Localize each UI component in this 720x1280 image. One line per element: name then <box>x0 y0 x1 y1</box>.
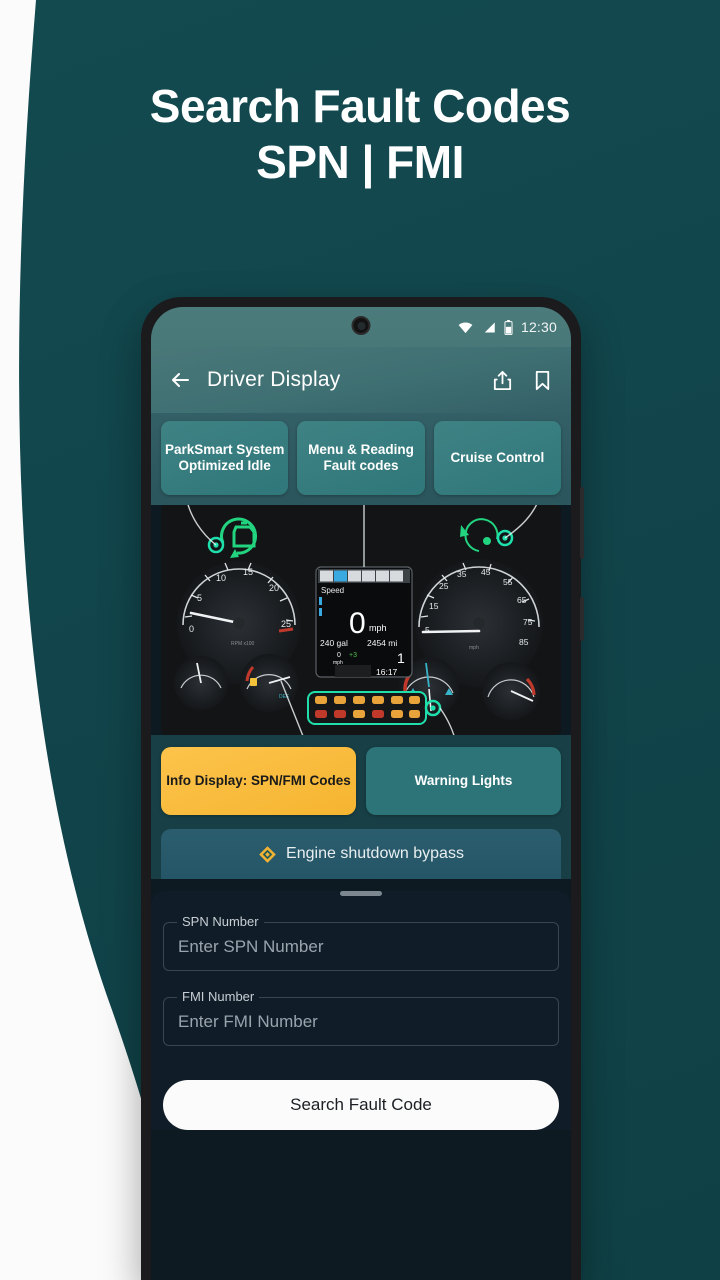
chip-menu-fault-codes[interactable]: Menu & Reading Fault codes <box>297 421 425 495</box>
svg-text:0: 0 <box>337 652 341 659</box>
share-icon[interactable] <box>489 367 515 393</box>
chip-cruise-control[interactable]: Cruise Control <box>433 421 561 495</box>
svg-text:2454 mi: 2454 mi <box>367 638 397 648</box>
svg-text:55: 55 <box>503 577 513 587</box>
svg-text:85: 85 <box>519 637 529 647</box>
svg-text:15: 15 <box>429 601 439 611</box>
phone-mockup: 12:30 Driver Display ParkSmart System Op… <box>141 297 584 1280</box>
power-button[interactable] <box>580 597 584 641</box>
status-clock: 12:30 <box>520 319 557 335</box>
svg-text:65: 65 <box>517 595 527 605</box>
bookmark-icon[interactable] <box>529 367 555 393</box>
bypass-label: Engine shutdown bypass <box>286 845 464 862</box>
svg-text:16:17: 16:17 <box>376 667 398 677</box>
back-arrow-icon[interactable] <box>167 367 193 393</box>
svg-text:RPM x100: RPM x100 <box>231 641 255 647</box>
svg-text:0: 0 <box>189 624 194 634</box>
app-bar-title: Driver Display <box>207 368 341 391</box>
bottom-callout-chips: Info Display: SPN/FMI Codes Warning Ligh… <box>151 735 571 825</box>
svg-text:75: 75 <box>523 617 533 627</box>
svg-text:20: 20 <box>269 583 279 593</box>
chip-parksmart[interactable]: ParkSmart System Optimized Idle <box>161 421 289 495</box>
promo-title-line-2: SPN | FMI <box>256 136 464 189</box>
svg-text:15: 15 <box>243 567 253 577</box>
chip-warning-lights[interactable]: Warning Lights <box>366 747 561 815</box>
dashboard-photo[interactable]: 0 5 10 15 20 25 RPM x100 DEF 5 15 25 35 … <box>161 505 561 735</box>
svg-text:25: 25 <box>439 581 449 591</box>
spn-field-label: SPN Number <box>177 914 264 929</box>
app-bar: Driver Display <box>151 347 571 413</box>
svg-text:mph: mph <box>369 623 387 633</box>
fmi-input[interactable]: Enter FMI Number <box>163 997 559 1046</box>
bypass-bar-wrapper: Engine shutdown bypass <box>151 825 571 879</box>
spn-field-group: SPN Number Enter SPN Number <box>163 914 559 971</box>
fault-code-search-sheet: SPN Number Enter SPN Number FMI Number E… <box>151 891 571 1130</box>
fmi-field-label: FMI Number <box>177 989 260 1004</box>
svg-text:+3: +3 <box>349 652 357 659</box>
fmi-input-placeholder: Enter FMI Number <box>178 1011 318 1031</box>
svg-text:Speed: Speed <box>321 586 344 595</box>
svg-text:5: 5 <box>425 625 430 635</box>
promo-title-line-1: Search Fault Codes <box>149 80 571 132</box>
search-fault-code-button[interactable]: Search Fault Code <box>163 1080 559 1130</box>
status-bar: 12:30 <box>151 307 571 347</box>
chips-spacer <box>151 495 571 505</box>
svg-text:240 gal: 240 gal <box>320 638 348 648</box>
svg-text:mph: mph <box>469 645 479 651</box>
engine-shutdown-bypass-button[interactable]: Engine shutdown bypass <box>161 829 561 879</box>
front-camera-punchhole <box>351 316 371 335</box>
warning-diamond-icon <box>259 845 276 863</box>
page-title: Search Fault Codes SPN | FMI <box>0 78 720 190</box>
svg-text:0: 0 <box>349 607 366 640</box>
battery-icon <box>504 319 513 335</box>
svg-text:5: 5 <box>197 593 202 603</box>
fmi-field-group: FMI Number Enter FMI Number <box>163 989 559 1046</box>
spn-input[interactable]: Enter SPN Number <box>163 922 559 971</box>
spn-input-placeholder: Enter SPN Number <box>178 936 324 956</box>
svg-text:10: 10 <box>216 573 226 583</box>
volume-button[interactable] <box>580 487 584 559</box>
svg-text:25: 25 <box>281 619 291 629</box>
chip-info-display-spn-fmi[interactable]: Info Display: SPN/FMI Codes <box>161 747 356 815</box>
phone-screen: 12:30 Driver Display ParkSmart System Op… <box>151 307 571 1280</box>
drag-handle[interactable] <box>340 891 382 896</box>
svg-text:1: 1 <box>397 650 405 666</box>
signal-icon <box>484 322 495 332</box>
svg-text:35: 35 <box>457 569 467 579</box>
top-callout-chips: ParkSmart System Optimized Idle Menu & R… <box>151 413 571 495</box>
wifi-icon <box>458 321 473 333</box>
svg-text:45: 45 <box>481 567 491 577</box>
